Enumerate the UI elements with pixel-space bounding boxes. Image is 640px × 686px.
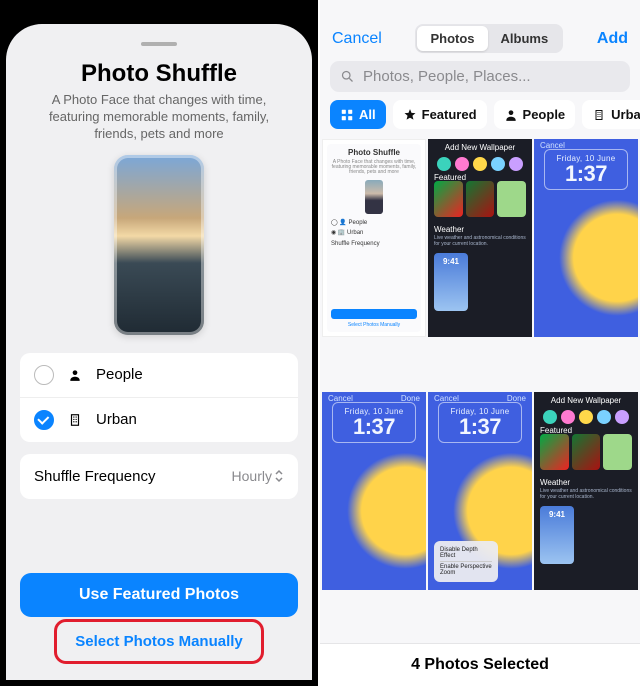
shuffle-frequency-value: Hourly [232,468,272,484]
chip-all[interactable]: All [330,100,386,129]
radio-urban-checked[interactable] [34,410,54,430]
pane-photo-picker: Cancel Photos Albums Add Photos, People,… [320,0,640,686]
clock-widget: Friday, 10 June 1:37 [438,402,522,443]
use-featured-photos-button[interactable]: Use Featured Photos [20,573,298,617]
search-placeholder: Photos, People, Places... [363,68,531,85]
chip-label: Featured [422,107,477,122]
photo-grid: Photo Shuffle A Photo Face that changes … [320,139,640,643]
chip-label: People [523,107,566,122]
photo-thumbnail[interactable]: Cancel Friday, 10 June 1:37 [534,139,638,337]
search-icon [340,69,355,84]
navbar: Cancel Photos Albums Add [320,18,640,61]
search-input[interactable]: Photos, People, Places... [330,61,630,92]
cancel-button[interactable]: Cancel [332,30,382,48]
page-title: Photo Shuffle [20,60,298,88]
photo-thumbnail[interactable]: Add New Wallpaper Featured Weather Live … [534,392,638,590]
option-label: People [96,366,284,383]
annotation-highlight: Select Photos Manually [54,619,264,664]
chip-label: All [359,107,376,122]
photo-thumbnail[interactable]: Photo Shuffle A Photo Face that changes … [322,139,426,337]
radio-people[interactable] [34,365,54,385]
phone-frame: Photo Shuffle A Photo Face that changes … [6,24,312,680]
status-bar [320,0,640,18]
tab-albums[interactable]: Albums [488,26,562,51]
option-people[interactable]: People [20,353,298,397]
building-icon [66,413,84,427]
person-icon [504,108,518,122]
building-icon [592,109,606,121]
selection-count: 4 Photos Selected [320,643,640,686]
updown-icon [274,469,284,483]
add-button[interactable]: Add [597,30,628,48]
tab-photos[interactable]: Photos [417,26,487,51]
app-two-pane: Photo Shuffle A Photo Face that changes … [0,0,640,686]
grid-icon [340,108,354,122]
preview-image [114,155,204,335]
grabber [141,42,177,46]
photo-thumbnail[interactable]: Add New Wallpaper Featured Weather Live … [428,139,532,337]
chip-urban[interactable]: Urban [582,100,640,129]
clock-widget: Friday, 10 June 1:37 [544,149,628,190]
clock-widget: Friday, 10 June 1:37 [332,402,416,443]
thumbnail-content: Photo Shuffle A Photo Face that changes … [327,144,421,332]
shuffle-frequency-card[interactable]: Shuffle Frequency Hourly [20,454,298,499]
chip-featured[interactable]: Featured [393,100,487,129]
chip-label: Urban [611,107,640,122]
page-subtitle: A Photo Face that changes with time, fea… [20,92,298,143]
pane-photo-shuffle-config: Photo Shuffle A Photo Face that changes … [0,0,320,686]
photo-thumbnail[interactable]: Cancel Done Friday, 10 June 1:37 Disable… [428,392,532,590]
person-icon [66,368,84,382]
star-icon [403,108,417,122]
filter-chip-row: All Featured People Urban [320,100,640,139]
photo-thumbnail[interactable]: Cancel Done Friday, 10 June 1:37 [322,392,426,590]
select-photos-manually-button[interactable]: Select Photos Manually [57,622,261,661]
chip-people[interactable]: People [494,100,576,129]
segment-photos-albums: Photos Albums [415,24,563,53]
context-menu: Disable Depth Effect Enable Perspective … [434,541,498,582]
category-card: People Urban [20,353,298,442]
shuffle-frequency-label: Shuffle Frequency [34,468,155,485]
option-urban[interactable]: Urban [20,397,298,442]
option-label: Urban [96,411,284,428]
